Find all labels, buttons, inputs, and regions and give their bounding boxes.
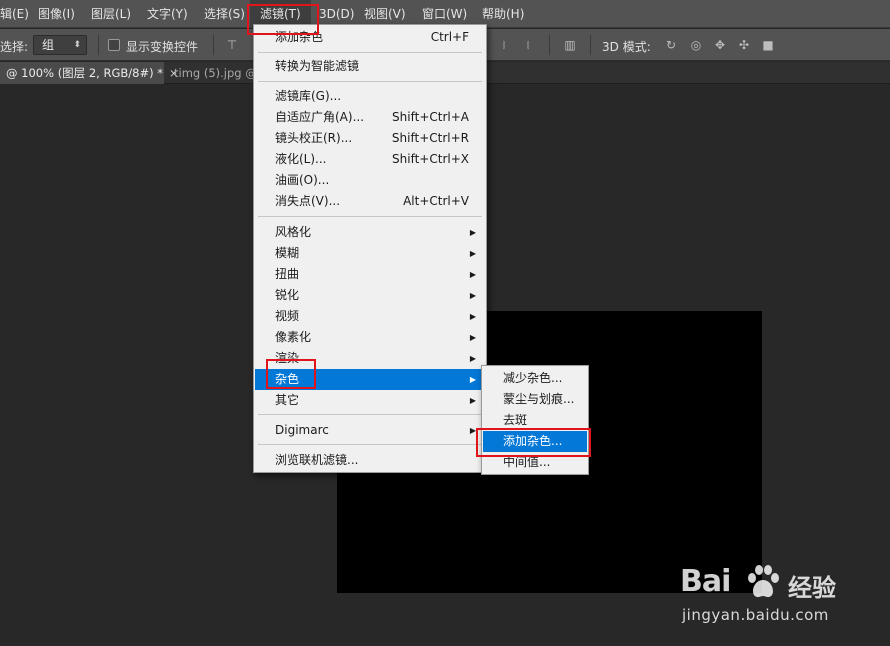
auto-select-dropdown[interactable]: 组 ⬍ (33, 35, 87, 55)
submenu-arrow-icon: ▶ (469, 333, 476, 342)
tab-label: timg (5).jpg @ (174, 66, 257, 80)
menu-item-label: 液化(L)... (275, 152, 327, 166)
menu-item-label: 其它 (275, 393, 300, 407)
shortcut: Ctrl+F (430, 30, 469, 44)
tab-timg-document[interactable]: timg (5).jpg @ (168, 62, 263, 84)
menu-separator (258, 444, 482, 445)
baidu-paw-icon (748, 565, 779, 598)
watermark-brand: Bai (680, 564, 731, 599)
submenu-arrow-icon: ▶ (469, 228, 476, 237)
submenu-arrow-icon: ▶ (469, 375, 476, 384)
menu-item-label: 锐化 (275, 288, 300, 302)
submenu-arrow-icon: ▶ (469, 291, 476, 300)
menu-item-label: 镜头校正(R)... (275, 131, 353, 145)
annotation-box-add-noise (476, 428, 591, 457)
divider (98, 35, 99, 55)
tab-active-document[interactable]: @ 100% (图层 2, RGB/8#) * × (0, 62, 179, 84)
menu-item-label: 滤镜库(G)... (275, 89, 342, 103)
filter-menu: 添加杂色 Ctrl+F 转换为智能滤镜 滤镜库(G)... 自适应广角(A)..… (253, 24, 487, 473)
menu-item-browse-filters-online[interactable]: 浏览联机滤镜... (255, 450, 485, 471)
submenu-item-reduce-noise[interactable]: 减少杂色... (483, 368, 587, 389)
menu-item-label: 转换为智能滤镜 (275, 59, 360, 73)
auto-select-label: 选择: (0, 40, 29, 54)
auto-align-layers-icon[interactable]: ▥ (563, 38, 577, 52)
menu-item-other[interactable]: 其它 ▶ (255, 390, 485, 411)
menu-image[interactable]: 图像(I) (38, 0, 75, 28)
divider (590, 35, 591, 55)
menu-item-label: 风格化 (275, 225, 312, 239)
submenu-arrow-icon: ▶ (469, 354, 476, 363)
divider (549, 35, 550, 55)
3d-rotate-icon[interactable]: ↻ (664, 38, 678, 52)
show-transform-controls-label: 显示变换控件 (126, 40, 199, 54)
menu-item-liquify[interactable]: 液化(L)... Shift+Ctrl+X (255, 149, 485, 170)
menu-item-blur[interactable]: 模糊 ▶ (255, 243, 485, 264)
submenu-arrow-icon: ▶ (469, 396, 476, 405)
baidu-jingyan-watermark: Bai 经验 jingyan.baidu.com (680, 560, 880, 630)
menu-item-vanishing-point[interactable]: 消失点(V)... Alt+Ctrl+V (255, 191, 485, 212)
auto-select-value: 组 (42, 38, 55, 52)
menu-item-label: Digimarc (275, 423, 329, 437)
align-horizontal-center-icon[interactable]: ⧙ (521, 38, 535, 52)
menu-edit[interactable]: 辑(E) (0, 0, 29, 28)
shortcut: Alt+Ctrl+V (403, 194, 469, 208)
3d-slide-icon[interactable]: ✣ (737, 38, 751, 52)
menu-select[interactable]: 选择(S) (204, 0, 245, 28)
annotation-box-filter-menu (247, 4, 319, 35)
menu-item-sharpen[interactable]: 锐化 ▶ (255, 285, 485, 306)
menu-item-distort[interactable]: 扭曲 ▶ (255, 264, 485, 285)
menu-layer[interactable]: 图层(L) (91, 0, 131, 28)
divider (213, 35, 214, 55)
menu-item-label: 消失点(V)... (275, 194, 341, 208)
annotation-box-noise (266, 359, 316, 389)
menu-item-stylize[interactable]: 风格化 ▶ (255, 222, 485, 243)
menu-item-label: 扭曲 (275, 267, 300, 281)
menu-separator (258, 52, 482, 53)
menu-item-filter-gallery[interactable]: 滤镜库(G)... (255, 86, 485, 107)
submenu-arrow-icon: ▶ (469, 270, 476, 279)
3d-mode-label: 3D 模式: (602, 40, 651, 54)
menu-item-label: 模糊 (275, 246, 300, 260)
noise-submenu: 减少杂色... 蒙尘与划痕... 去斑 添加杂色... 中间值... (481, 365, 589, 475)
menu-separator (258, 81, 482, 82)
watermark-url: jingyan.baidu.com (682, 606, 829, 624)
menu-item-adaptive-wide-angle[interactable]: 自适应广角(A)... Shift+Ctrl+A (255, 107, 485, 128)
menu-item-label: 自适应广角(A)... (275, 110, 365, 124)
menu-item-oil-paint[interactable]: 油画(O)... (255, 170, 485, 191)
menu-item-convert-smart-filter[interactable]: 转换为智能滤镜 (255, 56, 485, 77)
menu-separator (258, 216, 482, 217)
tab-label: @ 100% (图层 2, RGB/8#) * (6, 66, 163, 80)
menu-item-lens-correction[interactable]: 镜头校正(R)... Shift+Ctrl+R (255, 128, 485, 149)
3d-scale-icon[interactable]: ■ (761, 38, 775, 52)
menu-item-label: 油画(O)... (275, 173, 330, 187)
menu-help[interactable]: 帮助(H) (482, 0, 524, 28)
menu-item-pixelate[interactable]: 像素化 ▶ (255, 327, 485, 348)
dropdown-arrows-icon: ⬍ (73, 40, 81, 50)
watermark-brand-cn: 经验 (788, 574, 836, 602)
shortcut: Shift+Ctrl+X (392, 152, 469, 166)
shortcut: Shift+Ctrl+R (391, 131, 469, 145)
menu-separator (258, 414, 482, 415)
submenu-arrow-icon: ▶ (469, 312, 476, 321)
shortcut: Shift+Ctrl+A (392, 110, 469, 124)
show-transform-controls-checkbox[interactable] (108, 39, 120, 51)
menu-item-label: 视频 (275, 309, 300, 323)
3d-pan-icon[interactable]: ✥ (713, 38, 727, 52)
submenu-item-dust-scratches[interactable]: 蒙尘与划痕... (483, 389, 587, 410)
menu-item-digimarc[interactable]: Digimarc ▶ (255, 420, 485, 441)
menu-item-label: 浏览联机滤镜... (275, 453, 359, 467)
submenu-arrow-icon: ▶ (469, 249, 476, 258)
menu-item-video[interactable]: 视频 ▶ (255, 306, 485, 327)
menu-type[interactable]: 文字(Y) (147, 0, 188, 28)
3d-roll-icon[interactable]: ◎ (689, 38, 703, 52)
menu-item-label: 像素化 (275, 330, 312, 344)
align-top-icon[interactable]: ⊤ (225, 38, 239, 52)
align-vertical-center-icon[interactable]: ⧘ (497, 38, 511, 52)
